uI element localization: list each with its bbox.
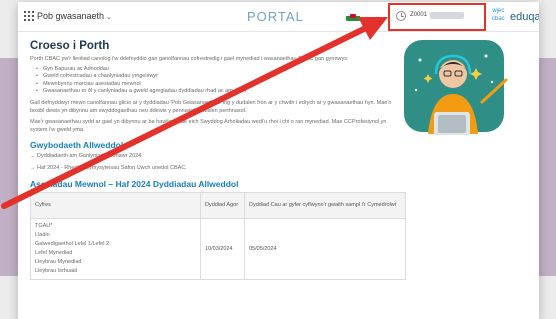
portal-title: PORTAL bbox=[247, 9, 304, 24]
table-heading: Asesiadau Mewnol – Haf 2024 Dyddiadau Al… bbox=[30, 178, 239, 189]
user-id: Z0001 bbox=[410, 12, 428, 18]
col-header-open-date: Dyddiad Agor bbox=[200, 191, 245, 219]
series-item: Galwedigaethol Lefel 1/Lefel 2 bbox=[35, 240, 109, 247]
top-bar: Pob gwasanaeth ⌄ PORTAL Z0001 wjec cbac ed… bbox=[18, 2, 539, 32]
welsh-flag-icon[interactable] bbox=[346, 12, 360, 21]
wjec-logo: wjec cbac bbox=[492, 8, 505, 22]
chevron-down-icon: ⌄ bbox=[106, 14, 112, 21]
close-date-cell: 05/05/2024 bbox=[244, 217, 406, 280]
series-item: TGAU* bbox=[35, 222, 53, 229]
intro-text: Porth CBAC yw'r lleoliad canolog i'w dde… bbox=[30, 56, 349, 62]
series-item: Lleybrau Mynediad bbox=[35, 258, 82, 265]
apps-grid-icon[interactable] bbox=[24, 11, 34, 21]
hero-illustration bbox=[404, 40, 508, 137]
col-header-close-date: Dyddiad Cau ar gyfer cyflwyno'r gwaith s… bbox=[244, 191, 406, 219]
series-item: Lleybrau Isrhuaid bbox=[35, 267, 78, 274]
eduqas-logo: eduqas bbox=[510, 11, 539, 23]
results-link[interactable]: → Dyddiadaeth am Ganlyniadau Ionawr 2024 bbox=[30, 153, 527, 161]
user-menu-highlight[interactable]: Z0001 bbox=[388, 3, 486, 31]
rules-link[interactable]: → Haf 2024 - Rheolau cymysyteisau Safon … bbox=[30, 165, 527, 173]
portal-window: Pob gwasanaeth ⌄ PORTAL Z0001 wjec cbac ed… bbox=[18, 2, 539, 319]
info-paragraph: Gall defnyddwyr mewn canolfannau gliciо … bbox=[30, 99, 392, 114]
col-header-series: Cyfres bbox=[30, 191, 201, 219]
services-menu[interactable]: Pob gwasanaeth ⌄ bbox=[37, 11, 112, 21]
table-header-row: Cyfres Dyddiad Agor Dyddiad Cau ar gyfer… bbox=[30, 191, 406, 219]
series-item: Lladin bbox=[35, 231, 50, 238]
series-item: Lefel Mynediad bbox=[35, 249, 73, 256]
open-date-cell: 10/03/2024 bbox=[200, 217, 245, 280]
access-paragraph: Mae'r gwasanaethau sydd ar gael yn dibyn… bbox=[30, 119, 387, 133]
user-name-redacted bbox=[430, 12, 464, 19]
key-dates-table: Cyfres Dyddiad Agor Dyddiad Cau ar gyfer… bbox=[30, 191, 406, 280]
series-cell: TGAU* Lladin Galwedigaethol Lefel 1/Lefe… bbox=[30, 217, 201, 280]
services-menu-label: Pob gwasanaeth bbox=[37, 11, 105, 21]
table-row: TGAU* Lladin Galwedigaethol Lefel 1/Lefe… bbox=[30, 217, 406, 280]
main-content: Croeso i Porth Porth CBAC yw'r lleoliad … bbox=[18, 32, 539, 319]
clock-icon bbox=[396, 11, 406, 21]
